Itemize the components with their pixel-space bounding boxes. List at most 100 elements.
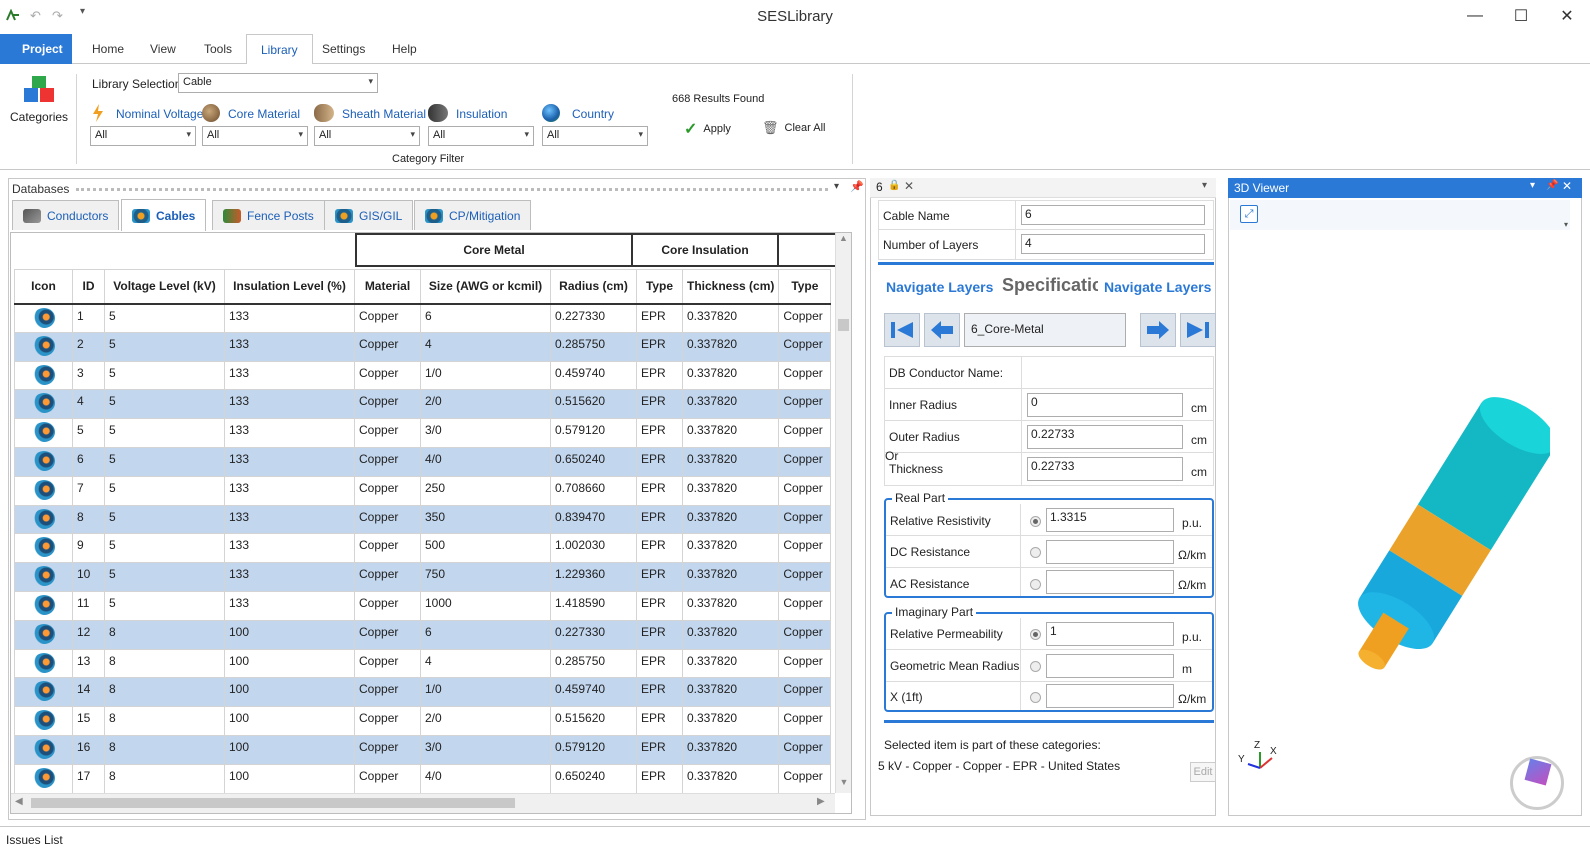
library-selection-combo[interactable]: Cable ▾ <box>178 73 378 93</box>
column-header[interactable]: Voltage Level (kV) <box>104 269 225 305</box>
relative-permeability-input[interactable]: 1 <box>1046 622 1174 646</box>
inner-radius-input[interactable]: 0 <box>1027 393 1183 417</box>
tab-tools[interactable]: Tools <box>190 34 246 64</box>
table-cell: Copper <box>778 533 832 564</box>
navigate-layers-left-link[interactable]: Navigate Layers <box>886 279 993 295</box>
tab-library[interactable]: Library <box>246 34 313 65</box>
relative-resistivity-input[interactable]: 1.3315 <box>1046 508 1174 532</box>
x1ft-input[interactable] <box>1046 684 1174 708</box>
relative-resistivity-radio[interactable] <box>1030 516 1041 527</box>
column-header[interactable]: Type <box>778 269 832 305</box>
column-header[interactable]: Icon <box>14 269 73 305</box>
gmr-input[interactable] <box>1046 654 1174 678</box>
table-row[interactable]: 12 8 100 Copper 6 0.227330 EPR 0.337820 Copper <box>14 619 832 650</box>
column-header[interactable]: ID <box>72 269 105 305</box>
table-row[interactable]: 17 8 100 Copper 4/0 0.650240 EPR 0.337820 Copper <box>14 763 832 794</box>
edit-button[interactable]: Edit <box>1190 762 1216 782</box>
gmr-radio[interactable] <box>1030 661 1041 672</box>
tab-fence-posts[interactable]: Fence Posts <box>212 200 325 230</box>
tab-cp-mitigation[interactable]: CP/Mitigation <box>414 200 532 230</box>
close-tab-icon[interactable]: ✕ <box>904 179 914 193</box>
categories-button[interactable]: Categories <box>10 68 68 128</box>
chevron-left-icon[interactable]: ◀ <box>15 796 23 807</box>
view-cube-icon[interactable] <box>1510 756 1564 810</box>
table-row[interactable]: 13 8 100 Copper 4 0.285750 EPR 0.337820 Copper <box>14 648 832 679</box>
outer-radius-input[interactable]: 0.22733 <box>1027 425 1183 449</box>
table-row[interactable]: 16 8 100 Copper 3/0 0.579120 EPR 0.337820 Copper <box>14 734 832 765</box>
viewer-menu-icon[interactable]: ▾ <box>1530 180 1535 191</box>
vertical-scrollbar[interactable]: ▲ ▼ <box>835 233 851 793</box>
country-combo[interactable]: All ▾ <box>542 126 648 146</box>
navigate-layers-right-link[interactable]: Navigate Layers <box>1104 279 1211 295</box>
maximize-button[interactable]: ☐ <box>1498 0 1544 32</box>
tab-settings[interactable]: Settings <box>308 34 379 64</box>
table-row[interactable]: 5 5 133 Copper 3/0 0.579120 EPR 0.337820 Copper <box>14 418 832 448</box>
table-row[interactable]: 15 8 100 Copper 2/0 0.515620 EPR 0.337820 Copper <box>14 706 832 736</box>
apply-button[interactable]: ✓ Apply <box>684 119 731 139</box>
table-row[interactable]: 1 5 133 Copper 6 0.227330 EPR 0.337820 Copper <box>14 303 832 333</box>
previous-layer-button[interactable] <box>924 313 960 347</box>
table-row[interactable]: 14 8 100 Copper 1/0 0.459740 EPR 0.337820 Copper <box>14 677 832 708</box>
viewer-close-icon[interactable]: ✕ <box>1562 179 1572 193</box>
chevron-right-icon[interactable]: ▶ <box>817 796 825 807</box>
column-header[interactable]: Size (AWG or kcmil) <box>420 269 551 305</box>
table-row[interactable]: 10 5 133 Copper 750 1.229360 EPR 0.337820 Copper <box>14 562 832 592</box>
tab-project[interactable]: Project <box>0 34 72 64</box>
tab-gis-gil[interactable]: GIS/GIL <box>324 200 414 230</box>
cable-name-input[interactable]: 6 <box>1021 205 1205 225</box>
tab-view[interactable]: View <box>136 34 190 64</box>
thickness-input[interactable]: 0.22733 <box>1027 457 1183 481</box>
nominal-voltage-combo[interactable]: All ▾ <box>90 126 196 146</box>
table-row[interactable]: 3 5 133 Copper 1/0 0.459740 EPR 0.337820 Copper <box>14 360 832 391</box>
sheath-material-combo[interactable]: All ▾ <box>314 126 420 146</box>
column-header[interactable]: Thickness (cm) <box>681 269 780 305</box>
minimize-button[interactable]: — <box>1452 0 1498 32</box>
table-row[interactable]: 2 5 133 Copper 4 0.285750 EPR 0.337820 Copper <box>14 331 832 362</box>
table-row[interactable]: 9 5 133 Copper 500 1.002030 EPR 0.337820 Copper <box>14 533 832 564</box>
detail-tab-title[interactable]: 6 <box>876 180 883 194</box>
chevron-up-icon[interactable]: ▲ <box>836 233 851 249</box>
number-of-layers-input[interactable]: 4 <box>1021 234 1205 254</box>
horizontal-scrollbar[interactable]: ◀ ▶ <box>11 793 835 813</box>
viewer-toolbar-dropdown-icon[interactable]: ▾ <box>1564 220 1568 229</box>
last-layer-button[interactable] <box>1180 313 1216 347</box>
column-header[interactable]: Type <box>636 269 683 305</box>
issues-list-tab[interactable]: Issues List <box>6 833 63 847</box>
ac-resistance-radio[interactable] <box>1030 579 1041 590</box>
cable-icon <box>32 335 55 356</box>
clear-all-button[interactable]: 🗑 Clear All <box>762 120 825 136</box>
chevron-down-icon[interactable]: ▼ <box>836 777 851 793</box>
table-row[interactable]: 8 5 133 Copper 350 0.839470 EPR 0.337820 Copper <box>14 504 832 535</box>
viewer-pin-icon[interactable]: 📌 <box>1546 180 1558 191</box>
tab-help[interactable]: Help <box>378 34 431 64</box>
table-row[interactable]: 7 5 133 Copper 250 0.708660 EPR 0.337820 Copper <box>14 475 832 506</box>
fit-view-icon[interactable]: ⤢ <box>1240 205 1258 223</box>
dc-resistance-radio[interactable] <box>1030 547 1041 558</box>
tab-conductors[interactable]: Conductors <box>12 200 120 230</box>
tab-home[interactable]: Home <box>78 34 138 64</box>
tab-cables[interactable]: Cables <box>121 199 207 231</box>
column-header[interactable]: Material <box>354 269 421 305</box>
table-row[interactable]: 6 5 133 Copper 4/0 0.650240 EPR 0.337820 Copper <box>14 446 832 477</box>
lock-icon[interactable]: 🔒 <box>888 180 900 191</box>
relative-permeability-radio[interactable] <box>1030 629 1041 640</box>
first-layer-button[interactable] <box>884 313 920 347</box>
hscroll-thumb[interactable] <box>31 798 515 808</box>
close-button[interactable]: ✕ <box>1544 0 1590 32</box>
table-row[interactable]: 11 5 133 Copper 1000 1.418590 EPR 0.337820 Coppe… <box>14 590 832 621</box>
tab-list-dropdown-icon[interactable]: ▾ <box>1202 180 1207 191</box>
column-header[interactable]: Insulation Level (%) <box>224 269 355 305</box>
ac-resistance-input[interactable] <box>1046 570 1174 594</box>
table-row[interactable]: 4 5 133 Copper 2/0 0.515620 EPR 0.337820 Copper <box>14 389 832 420</box>
column-header[interactable]: Radius (cm) <box>550 269 637 305</box>
dc-resistance-input[interactable] <box>1046 540 1174 564</box>
panel-menu-icon[interactable]: ▾ <box>834 181 839 192</box>
scroll-thumb[interactable] <box>838 319 849 331</box>
row-icon-cell <box>14 360 73 391</box>
x1ft-radio[interactable] <box>1030 692 1041 703</box>
core-material-combo[interactable]: All ▾ <box>202 126 308 146</box>
next-layer-button[interactable] <box>1140 313 1176 347</box>
pin-icon[interactable]: 📌 <box>850 180 864 193</box>
layer-selector[interactable]: 6_Core-Metal <box>964 313 1126 347</box>
insulation-combo[interactable]: All ▾ <box>428 126 534 146</box>
